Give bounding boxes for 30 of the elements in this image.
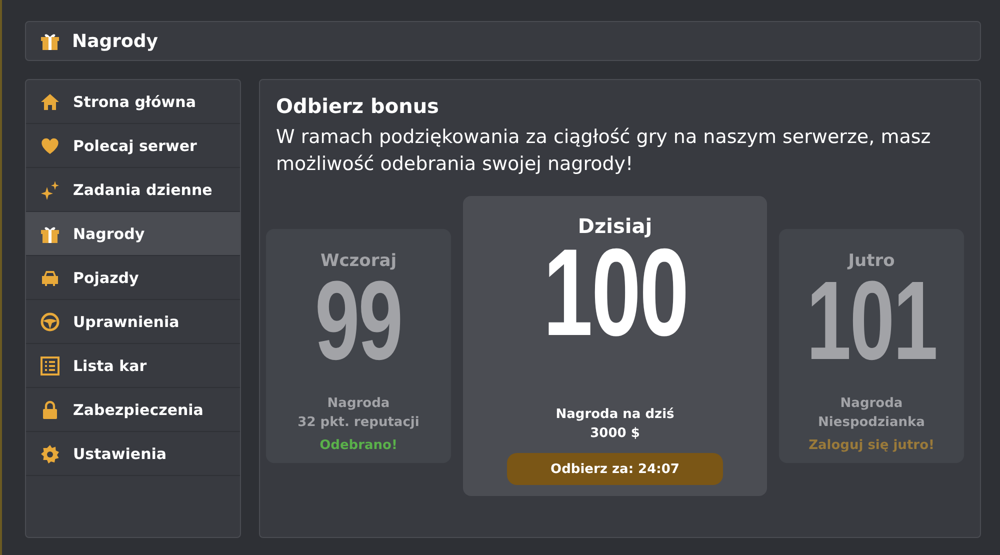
day-number: 99	[315, 271, 402, 371]
reward-text: Nagroda Niespodzianka	[818, 395, 925, 432]
heart-icon	[40, 136, 60, 156]
section-title: Odbierz bonus	[276, 94, 440, 118]
sidebar-item[interactable]: Polecaj serwer	[26, 124, 240, 168]
sparkle-icon	[40, 180, 60, 200]
home-icon	[40, 92, 60, 112]
day-label: Dzisiaj	[578, 214, 652, 238]
description-text: W ramach podziękowania za ciągłość gry na naszym serwerze, masz możliwość odebrania swojej nagrody!	[276, 125, 932, 177]
steering-wheel-icon	[40, 312, 60, 332]
status-text: Odebrano!	[320, 438, 398, 453]
gear-icon	[40, 444, 60, 464]
day-number: 101	[806, 271, 937, 371]
sidebar-item[interactable]: Nagrody	[26, 212, 240, 256]
lock-icon	[40, 400, 60, 420]
sidebar-item[interactable]: Strona główna	[26, 80, 240, 124]
claim-button[interactable]: Odbierz za: 24:07	[507, 453, 723, 485]
status-text: Zaloguj się jutro!	[808, 438, 934, 453]
reward-text: Nagroda 32 pkt. reputacji	[298, 395, 420, 432]
sidebar-item[interactable]: Ustawienia	[26, 432, 240, 476]
sidebar-item[interactable]: Uprawnienia	[26, 300, 240, 344]
list-icon	[40, 356, 60, 376]
sidebar-item[interactable]: Lista kar	[26, 344, 240, 388]
day-label: Wczoraj	[320, 251, 397, 271]
sidebar-item[interactable]: Pojazdy	[26, 256, 240, 300]
page-title: Nagrody	[72, 30, 158, 52]
day-number: 100	[542, 238, 688, 350]
sidebar-item[interactable]: Zabezpieczenia	[26, 388, 240, 432]
reward-text: Nagroda na dziś 3000 $	[556, 406, 674, 443]
day-label: Jutro	[848, 251, 895, 271]
